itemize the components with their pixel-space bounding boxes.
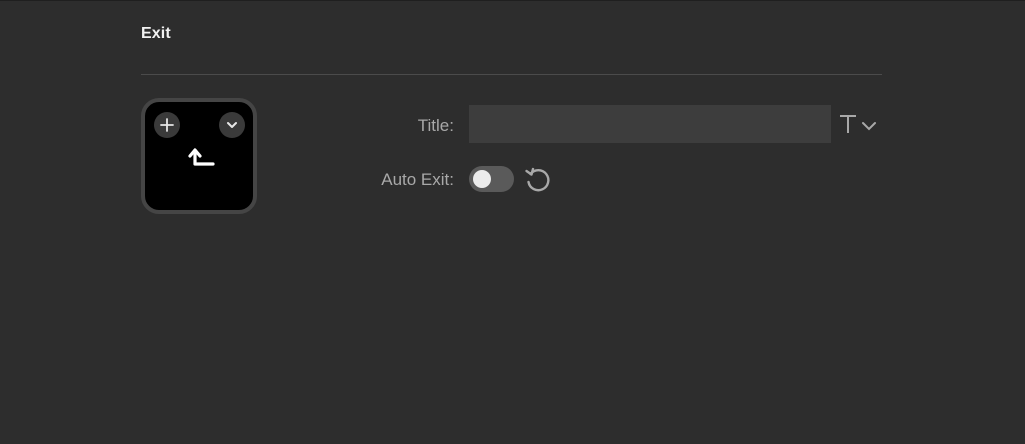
add-button[interactable]: [154, 112, 180, 138]
chevron-down-icon: [227, 122, 237, 128]
plus-icon: [160, 118, 174, 132]
action-tile[interactable]: [141, 98, 257, 214]
divider: [141, 74, 882, 75]
chevron-down-icon: [862, 121, 876, 130]
exit-settings-panel: Exit Title: Auto Exit:: [0, 0, 1025, 444]
tile-menu-button[interactable]: [219, 112, 245, 138]
auto-exit-toggle[interactable]: [469, 166, 514, 192]
title-label: Title:: [417, 116, 454, 135]
auto-exit-label: Auto Exit:: [381, 170, 454, 189]
title-input[interactable]: [469, 105, 831, 143]
exit-arrow-icon: [188, 148, 215, 166]
font-style-button[interactable]: [838, 109, 884, 139]
text-style-icon: [840, 115, 856, 133]
reset-button[interactable]: [524, 166, 552, 194]
toggle-knob: [473, 170, 491, 188]
section-title: Exit: [141, 25, 171, 42]
reset-icon: [525, 167, 550, 192]
